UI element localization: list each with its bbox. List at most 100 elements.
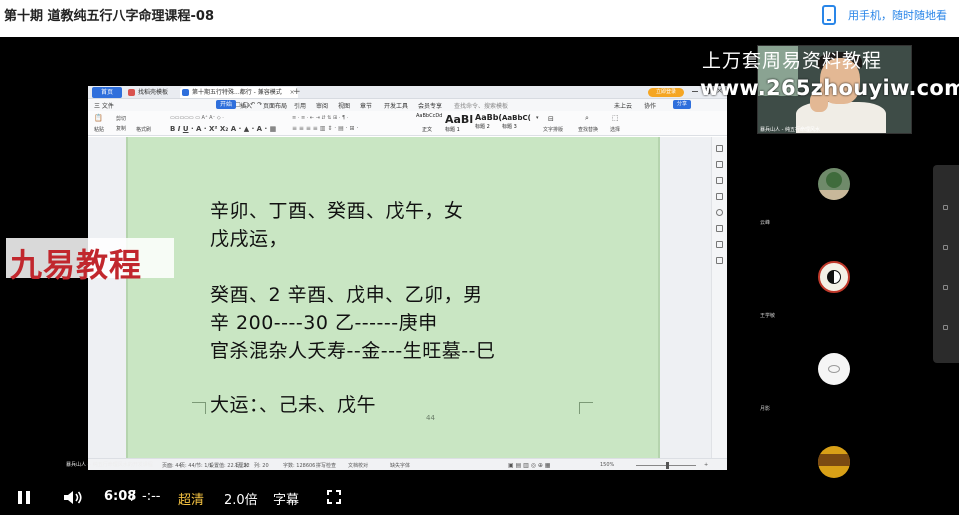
font-selector[interactable]: ▭▭▭▭▭ ▭ A⁺ A⁻ ◇ · xyxy=(170,115,224,121)
menu-review[interactable]: 审阅 xyxy=(316,101,328,110)
style-heading1[interactable]: AaBl 标题 1 xyxy=(445,113,473,133)
avatar[interactable] xyxy=(818,261,850,293)
search-command-input[interactable]: 查找命令、搜索模板 xyxy=(454,101,508,110)
course-title: 第十期 道教纯五行八字命理课程-08 xyxy=(4,9,215,24)
quality-button[interactable]: 超清 xyxy=(178,489,204,508)
find-replace-button[interactable]: 查找替换 xyxy=(578,126,598,133)
margin-mark xyxy=(579,402,593,414)
menu-member[interactable]: 会员专享 xyxy=(418,101,442,110)
zoom-slider-handle[interactable] xyxy=(666,462,669,469)
zoom-level[interactable]: 150% xyxy=(600,462,614,468)
format-painter-button[interactable]: 格式刷 xyxy=(136,126,151,133)
wps-menu-bar: 三 文件 ▢ ▢ ▢ ▢ ↶ ↷ 开始 插入 页面布局 引用 审阅 视图 章节 … xyxy=(88,99,727,111)
brand-watermark-text: 九易教程 xyxy=(10,246,143,284)
subtitles-button[interactable]: 字幕 xyxy=(273,489,299,508)
new-tab-button[interactable]: + xyxy=(293,86,301,99)
collaborate-button[interactable]: 协作 xyxy=(644,101,656,110)
paste-button[interactable]: 粘贴 xyxy=(94,126,104,133)
cloud-status[interactable]: 未上云 xyxy=(614,101,632,110)
select-icon[interactable]: ⬚ xyxy=(612,114,619,122)
tab-home[interactable]: 首页 xyxy=(92,87,122,98)
copy-button[interactable]: 复制 xyxy=(116,125,126,132)
select-button[interactable]: 选择 xyxy=(610,126,620,133)
list-buttons[interactable]: ≡ · ≡ · ⇤ ⇥ ⇵ ⇅ ⊞ · ¶ · xyxy=(292,115,348,121)
menu-layout[interactable]: 页面布局 xyxy=(263,101,287,110)
style-more-icon[interactable]: ▾ xyxy=(536,115,539,121)
view-mode-buttons[interactable]: ▣ ▤ ▥ ◎ ⊕ ▦ xyxy=(508,462,550,469)
tab-template[interactable]: 找稻壳模板 xyxy=(126,87,168,98)
fullscreen-icon[interactable] xyxy=(327,490,341,504)
speed-button[interactable]: 2.0倍 xyxy=(224,489,258,508)
panel-icon[interactable] xyxy=(943,325,948,330)
avatar-sketch xyxy=(828,365,840,373)
share-button[interactable]: 分享 xyxy=(672,100,691,109)
tab-template-label: 找稻壳模板 xyxy=(138,89,169,96)
menu-chapter[interactable]: 章节 xyxy=(360,101,372,110)
style-normal[interactable]: AaBbCcDd 正文 xyxy=(416,113,442,133)
align-buttons[interactable]: ≡ ≡ ≡ ≡ ▥ ⇕ · ▤ · ⊞ · xyxy=(292,125,358,132)
style-heading2-preview: AaBb( xyxy=(475,113,503,122)
course-header: 第十期 道教纯五行八字命理课程-08 用手机，随时随地看 xyxy=(0,0,959,37)
avatar[interactable] xyxy=(818,446,850,478)
watermark-url: www.265zhouyiw.com xyxy=(700,76,959,100)
text-layout-button[interactable]: 文字排版 xyxy=(543,126,563,133)
wps-status-bar: 页面: 44 页: 44/ 节: 1/1 设置值: 22.1厘米 行: 22 列… xyxy=(88,458,727,470)
menu-developer[interactable]: 开发工具 xyxy=(384,101,408,110)
style-heading1-name: 标题 1 xyxy=(445,127,460,133)
wps-ribbon: 📋 粘贴 剪切 复制 格式刷 ▭▭▭▭▭ ▭ A⁺ A⁻ ◇ · B I U ·… xyxy=(88,111,727,136)
cut-button[interactable]: 剪切 xyxy=(116,115,126,122)
paste-icon[interactable]: 📋 xyxy=(94,114,103,122)
panel-icon[interactable] xyxy=(943,285,948,290)
fs-corner xyxy=(327,499,332,504)
brush-tool-icon[interactable] xyxy=(716,177,723,184)
total-time: -:-- xyxy=(142,489,161,504)
style-heading2[interactable]: AaBb( 标题 2 xyxy=(475,113,502,133)
tab-document[interactable]: 第十期五行特殊...都行 - 兼容模式 × xyxy=(180,87,298,98)
menu-start[interactable]: 开始 xyxy=(216,100,237,109)
avatar[interactable] xyxy=(818,353,850,385)
side-panel-handle[interactable] xyxy=(933,165,959,363)
image-tool-icon[interactable] xyxy=(716,241,723,248)
video-player[interactable]: 首页 找稻壳模板 第十期五行特殊...都行 - 兼容模式 × + 立即登录 × … xyxy=(0,37,959,478)
taskbar-caption: 暴兵山人 -- 纯五行命理风水的开发课程 xyxy=(66,462,153,468)
fs-corner xyxy=(336,499,341,504)
camera-caption: 暴兵山人 - 纯五行命理风水 xyxy=(760,127,820,133)
panel-icon[interactable] xyxy=(943,245,948,250)
help-tool-icon[interactable] xyxy=(716,209,723,216)
watermark-title: 上万套周易资料教程 xyxy=(702,50,883,72)
settings-tool-icon[interactable] xyxy=(716,257,723,264)
doc-line-1: 辛卯、丁酉、癸酉、戊午，女 xyxy=(210,200,464,222)
menu-insert[interactable]: 插入 xyxy=(240,101,252,110)
menu-references[interactable]: 引用 xyxy=(294,101,306,110)
style-heading3-name: 标题 3 xyxy=(502,124,517,130)
zoom-in-icon[interactable]: + xyxy=(704,462,708,468)
tab-document-label: 第十期五行特殊...都行 - 兼容模式 xyxy=(192,89,282,96)
panel-icon[interactable] xyxy=(943,205,948,210)
font-format-buttons[interactable]: B I U · A · X² X₂ A · ▲ · A · ▦ xyxy=(170,125,276,133)
minimize-icon[interactable] xyxy=(692,90,699,92)
menu-file[interactable]: 三 文件 xyxy=(94,101,114,110)
adjust-tool-icon[interactable] xyxy=(716,193,723,200)
doc-line-6: 大运：、己未、戊午 xyxy=(210,394,377,416)
docer-icon xyxy=(128,89,135,96)
avatar[interactable] xyxy=(818,168,850,200)
watch-on-mobile-link[interactable]: 用手机，随时随地看 xyxy=(822,4,959,26)
spell-check-button[interactable]: 拼写检查 xyxy=(316,462,336,469)
pause-icon[interactable] xyxy=(18,491,31,504)
find-replace-icon[interactable]: ⌕ xyxy=(585,114,589,123)
pen-tool-icon[interactable] xyxy=(716,161,723,168)
text-layout-icon[interactable]: ⊟ xyxy=(548,115,554,123)
doc-line-5: 官杀混杂人夭寿--金---生旺墓--巳 xyxy=(210,340,496,362)
cursor-tool-icon[interactable] xyxy=(716,145,723,152)
style-heading3[interactable]: AaBbC( 标题 3 xyxy=(502,113,531,133)
missing-font-button[interactable]: 缺失字体 xyxy=(390,462,410,469)
review-tool-icon[interactable] xyxy=(716,225,723,232)
page-left-edge xyxy=(126,137,128,458)
status-column: 列: 20 xyxy=(254,463,269,469)
doc-proofread-button[interactable]: 文档校对 xyxy=(348,462,368,469)
status-page: 页面: 44 xyxy=(162,463,182,469)
menu-view[interactable]: 视图 xyxy=(338,101,350,110)
mobile-link-label: 用手机，随时随地看 xyxy=(848,9,947,22)
login-button[interactable]: 立即登录 xyxy=(648,88,684,97)
volume-icon[interactable] xyxy=(64,490,84,505)
